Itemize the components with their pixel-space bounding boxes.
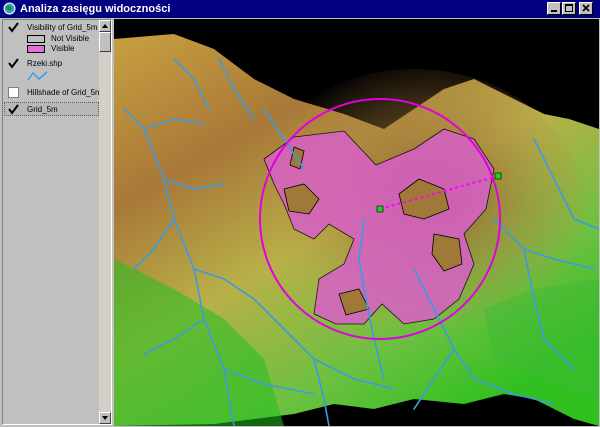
layer-name: Rzeki.shp	[27, 59, 63, 68]
scroll-up-icon	[102, 24, 108, 28]
table-of-contents: Visibility of Grid_5m Not Visible Visibl…	[2, 19, 112, 425]
layer-name: Hillshade of Grid_5m	[27, 88, 99, 97]
scroll-down-button[interactable]	[99, 412, 111, 424]
layer-checkbox[interactable]	[8, 87, 19, 98]
maximize-button[interactable]	[562, 2, 576, 15]
scroll-down-icon	[102, 416, 108, 420]
checkmark-icon[interactable]	[8, 58, 19, 69]
terrain-map[interactable]	[114, 19, 599, 426]
scroll-thumb[interactable]	[99, 32, 111, 52]
close-icon	[582, 4, 590, 12]
checkmark-icon[interactable]	[8, 104, 19, 115]
toc-scrollbar[interactable]	[99, 20, 111, 424]
target-point[interactable]	[494, 172, 502, 180]
maximize-icon	[565, 4, 573, 12]
layer-name: Grid_5m	[27, 105, 58, 114]
title-bar[interactable]: Analiza zasięgu widoczności	[0, 0, 600, 18]
observer-point[interactable]	[376, 205, 384, 213]
app-window: Analiza zasięgu widoczności Visibility o…	[0, 0, 600, 427]
legend-label: Visible	[51, 44, 75, 53]
window-title: Analiza zasięgu widoczności	[20, 3, 171, 15]
scroll-up-button[interactable]	[99, 20, 111, 32]
app-globe-icon	[3, 2, 16, 15]
minimize-icon	[551, 10, 557, 12]
legend-swatch	[27, 45, 45, 53]
legend-label: Not Visible	[51, 34, 90, 43]
river-line-icon	[27, 71, 48, 81]
legend-swatch	[27, 35, 45, 43]
layer-name: Visibility of Grid_5m	[27, 23, 98, 32]
minimize-button[interactable]	[547, 2, 561, 15]
close-button[interactable]	[579, 2, 593, 15]
map-view[interactable]	[114, 19, 599, 426]
checkmark-icon[interactable]	[8, 22, 19, 33]
